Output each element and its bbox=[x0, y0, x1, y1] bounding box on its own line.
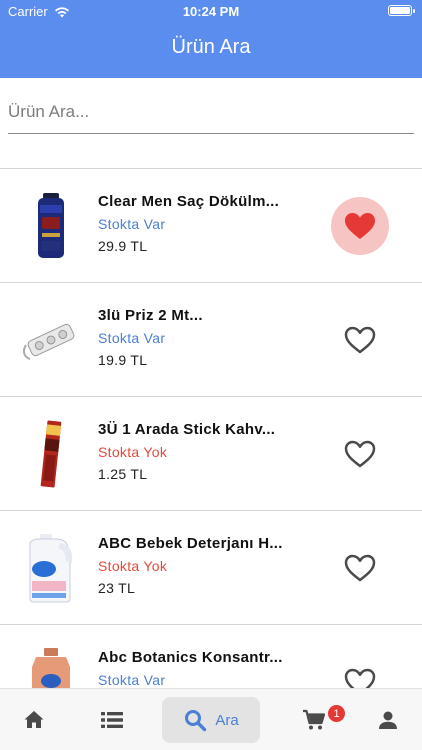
shampoo-bottle-image bbox=[20, 191, 82, 261]
page-title: Ürün Ara bbox=[171, 36, 251, 58]
favorite-button[interactable] bbox=[331, 539, 389, 597]
power-strip-image bbox=[20, 305, 82, 375]
stock-status: Stokta Var bbox=[98, 216, 166, 232]
stock-status: Stokta Yok bbox=[98, 444, 168, 460]
cart-badge: 1 bbox=[328, 705, 345, 722]
list-icon bbox=[101, 712, 123, 728]
product-name: 3lü Priz 2 Mt... bbox=[98, 307, 203, 324]
tab-cart[interactable] bbox=[294, 697, 334, 743]
stock-status: Stokta Var bbox=[98, 330, 166, 346]
product-row[interactable]: 3Ü 1 Arada Stick Kahv... Stokta Yok 1.25… bbox=[0, 397, 422, 511]
product-name: Abc Botanics Konsantr... bbox=[98, 649, 283, 666]
tab-home[interactable] bbox=[14, 697, 54, 743]
battery-icon bbox=[388, 5, 415, 16]
product-row[interactable]: Clear Men Saç Dökülm... Stokta Var 29.9 … bbox=[0, 169, 422, 283]
product-price: 19.9 TL bbox=[98, 352, 148, 368]
status-time: 10:24 PM bbox=[182, 4, 240, 19]
app-header: Carrier 10:24 PM Ürün Ara bbox=[0, 0, 422, 78]
product-price: 1.25 TL bbox=[98, 466, 148, 482]
heart-outline-icon bbox=[344, 440, 376, 468]
favorite-button[interactable] bbox=[331, 197, 389, 255]
product-row[interactable]: ABC Bebek Deterjanı H... Stokta Yok 23 T… bbox=[0, 511, 422, 625]
softener-bottle-image bbox=[20, 647, 82, 688]
product-info: ABC Bebek Deterjanı H... Stokta Yok 23 T… bbox=[98, 535, 318, 596]
product-name: 3Ü 1 Arada Stick Kahv... bbox=[98, 421, 276, 438]
favorite-button[interactable] bbox=[331, 653, 389, 688]
heart-outline-icon bbox=[344, 326, 376, 354]
product-row[interactable]: 3lü Priz 2 Mt... Stokta Var 19.9 TL bbox=[0, 283, 422, 397]
cart-icon bbox=[303, 709, 326, 730]
heart-outline-icon bbox=[344, 668, 376, 688]
search-field[interactable] bbox=[8, 92, 414, 134]
bottom-tab-bar: Ara 1 bbox=[0, 688, 422, 750]
product-info: Clear Men Saç Dökülm... Stokta Var 29.9 … bbox=[98, 193, 318, 254]
favorite-button[interactable] bbox=[331, 425, 389, 483]
product-price: 23 TL bbox=[98, 580, 136, 596]
stock-status: Stokta Yok bbox=[98, 558, 168, 574]
product-name: ABC Bebek Deterjanı H... bbox=[98, 535, 283, 552]
home-icon bbox=[24, 711, 44, 728]
heart-filled-icon bbox=[345, 213, 375, 239]
tab-profile[interactable] bbox=[368, 697, 408, 743]
tab-search[interactable]: Ara bbox=[162, 697, 260, 743]
product-price: 29.9 TL bbox=[98, 238, 148, 254]
search-icon bbox=[185, 710, 207, 732]
detergent-bottle-image bbox=[20, 533, 82, 603]
coffee-stick-image bbox=[20, 419, 82, 489]
product-info: 3Ü 1 Arada Stick Kahv... Stokta Yok 1.25… bbox=[98, 421, 318, 482]
tab-categories[interactable] bbox=[90, 697, 134, 743]
favorite-button[interactable] bbox=[331, 311, 389, 369]
user-icon bbox=[379, 711, 397, 729]
product-row[interactable]: Abc Botanics Konsantr... Stokta Var bbox=[0, 625, 422, 688]
tab-search-label: Ara bbox=[215, 711, 239, 729]
stock-status: Stokta Var bbox=[98, 672, 166, 688]
search-input[interactable] bbox=[8, 92, 414, 128]
product-list[interactable]: Clear Men Saç Dökülm... Stokta Var 29.9 … bbox=[0, 168, 422, 688]
status-bar: Carrier 10:24 PM bbox=[0, 0, 422, 22]
product-info: Abc Botanics Konsantr... Stokta Var bbox=[98, 649, 318, 688]
product-info: 3lü Priz 2 Mt... Stokta Var 19.9 TL bbox=[98, 307, 318, 368]
heart-outline-icon bbox=[344, 554, 376, 582]
product-name: Clear Men Saç Dökülm... bbox=[98, 193, 280, 210]
